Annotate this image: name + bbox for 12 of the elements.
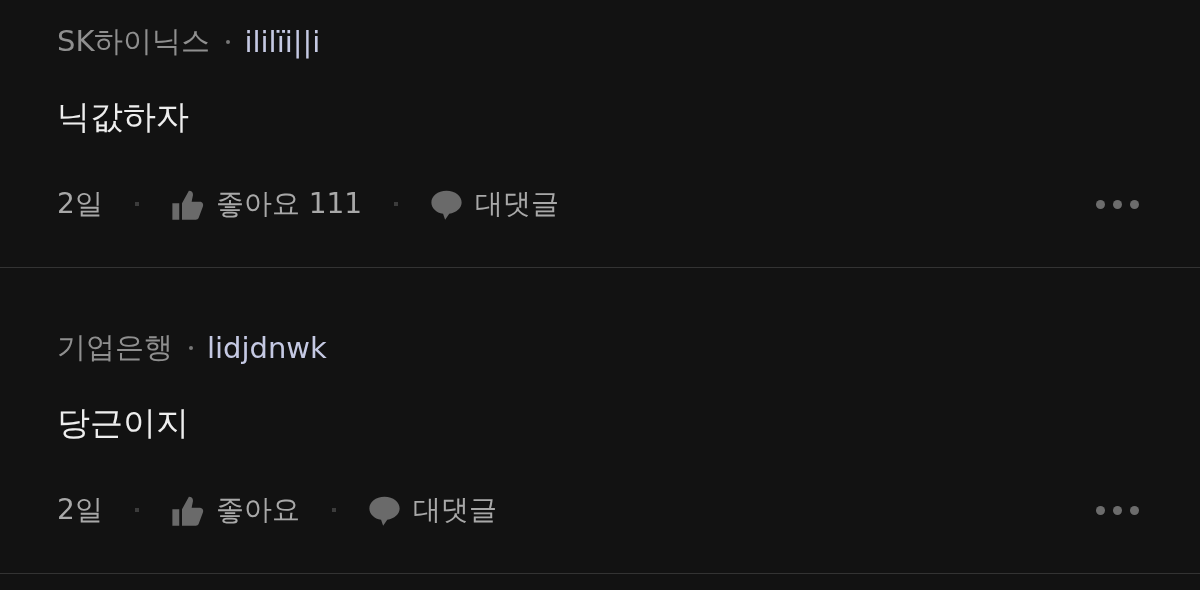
- like-button[interactable]: 좋아요: [170, 491, 300, 529]
- company-name: 기업은행: [57, 329, 173, 366]
- timestamp: 2일: [57, 492, 103, 528]
- comment-text: 닉값하자: [57, 96, 190, 138]
- reply-button[interactable]: 대댓글: [367, 491, 497, 529]
- username[interactable]: ililïi||i: [244, 25, 321, 59]
- reply-button[interactable]: 대댓글: [430, 185, 560, 223]
- company-name: SK하이닉스: [57, 23, 211, 60]
- comment-text: 당근이지: [57, 402, 190, 444]
- timestamp: 2일: [57, 186, 103, 222]
- like-button[interactable]: 좋아요 111: [170, 185, 363, 223]
- username[interactable]: lidjdnwk: [207, 331, 327, 365]
